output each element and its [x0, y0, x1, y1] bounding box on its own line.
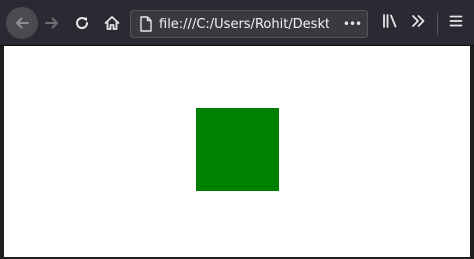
browser-toolbar: file:///C:/Users/Rohit/Desktop/HT ••• [0, 0, 474, 46]
toolbar-separator [437, 13, 438, 35]
library-icon [381, 12, 399, 34]
overflow-menu-button[interactable] [404, 7, 432, 39]
more-dots-icon: ••• [342, 17, 362, 31]
home-button[interactable] [96, 7, 128, 39]
browser-window: file:///C:/Users/Rohit/Desktop/HT ••• [0, 0, 474, 259]
library-button[interactable] [376, 7, 404, 39]
page-content [4, 46, 470, 257]
menu-button[interactable] [442, 7, 470, 39]
back-arrow-icon [13, 14, 31, 32]
address-bar[interactable]: file:///C:/Users/Rohit/Desktop/HT ••• [130, 10, 368, 38]
home-icon [103, 14, 121, 32]
url-text[interactable]: file:///C:/Users/Rohit/Desktop/HT [159, 16, 329, 34]
chevron-double-right-icon [409, 12, 427, 34]
forward-button[interactable] [36, 7, 68, 39]
reload-icon [73, 14, 91, 32]
page-icon [137, 15, 155, 33]
page-actions-button[interactable]: ••• [341, 14, 363, 34]
reload-button[interactable] [66, 7, 98, 39]
green-square [196, 108, 279, 191]
forward-arrow-icon [43, 14, 61, 32]
back-button[interactable] [6, 7, 38, 39]
hamburger-menu-icon [447, 12, 465, 34]
